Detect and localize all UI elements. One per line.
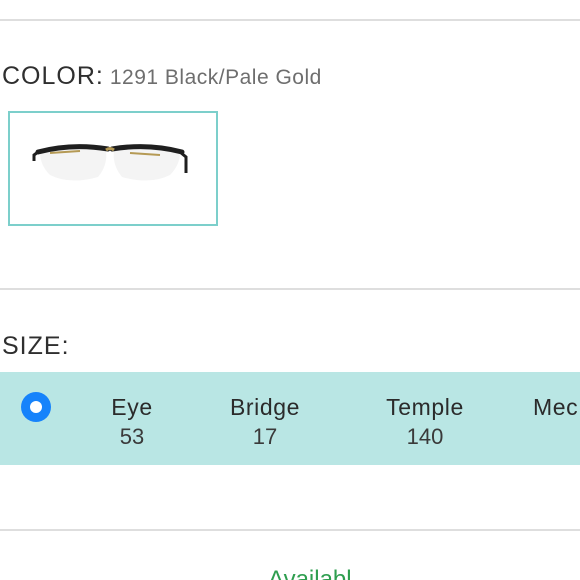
size-column-eye: Eye 53 — [96, 392, 168, 452]
eye-value: 53 — [119, 424, 145, 449]
radio-selected-dot — [30, 401, 42, 413]
color-swatch-black-pale-gold[interactable] — [8, 111, 218, 226]
availability-status: Availabl — [268, 566, 352, 580]
temple-header: Temple — [386, 394, 464, 420]
size-option-row[interactable]: Eye 53 Bridge 17 Temple 140 Mec — [0, 372, 580, 465]
size-column-medium: Mec — [533, 392, 580, 452]
size-section-label: SIZE: — [2, 332, 70, 361]
color-value: 1291 Black/Pale Gold — [109, 66, 322, 89]
color-section-label: COLOR: 1291 Black/Pale Gold — [2, 62, 322, 91]
medium-header: Mec — [533, 394, 579, 420]
size-label: SIZE: — [2, 332, 70, 360]
eye-header: Eye — [111, 394, 153, 420]
size-column-temple: Temple 140 — [370, 392, 480, 452]
bridge-header: Bridge — [229, 394, 301, 420]
medium-value — [533, 422, 580, 452]
size-column-bridge: Bridge 17 — [212, 392, 318, 452]
bottom-divider — [0, 529, 580, 531]
eyeglasses-thumbnail-icon — [32, 144, 188, 181]
top-divider — [0, 19, 580, 21]
bridge-value: 17 — [252, 424, 278, 449]
middle-divider — [0, 288, 580, 290]
size-radio-button[interactable] — [21, 392, 51, 422]
product-options-panel: COLOR: 1291 Black/Pale Gold SIZE: Eye 53… — [0, 0, 580, 580]
temple-value: 140 — [406, 424, 444, 449]
color-label: COLOR: — [2, 62, 104, 90]
